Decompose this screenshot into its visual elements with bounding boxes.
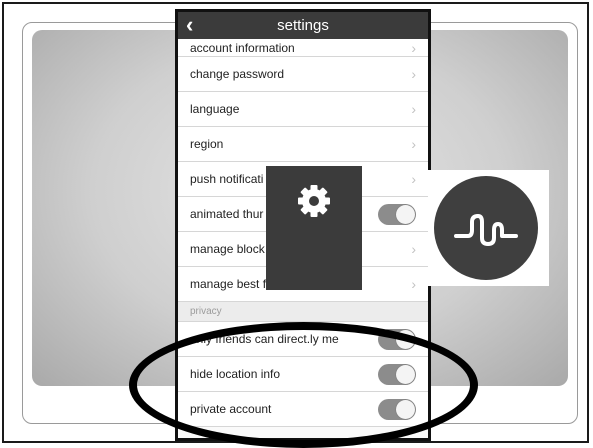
gear-overlay [266,166,362,290]
chevron-right-icon: › [411,171,416,187]
chevron-right-icon: › [411,66,416,82]
app-logo-tile [428,170,549,286]
chevron-right-icon: › [411,276,416,292]
chevron-right-icon: › [411,101,416,117]
row-label: private account [190,402,272,416]
row-label: push notificati [190,172,264,186]
row-label: hide location info [190,367,281,381]
row-label: region [190,137,224,151]
toggle-knob [396,205,415,224]
waveform-icon [454,214,518,246]
toggle-knob [396,400,415,419]
row-label: language [190,102,240,116]
section-label: privacy [190,306,222,317]
musically-logo-icon [434,176,538,280]
chevron-right-icon: › [411,241,416,257]
settings-row-hide-location: hide location info [178,357,428,392]
row-label: change password [190,67,285,81]
toggle-knob [396,365,415,384]
chevron-right-icon: › [411,40,416,56]
gear-icon [298,185,330,217]
chevron-right-icon: › [411,136,416,152]
settings-row-account-information[interactable]: account information › [178,39,428,57]
toggle-knob [396,330,415,349]
settings-row-region[interactable]: region › [178,127,428,162]
only-friends-toggle[interactable] [378,329,416,350]
settings-row-private-account: private account [178,392,428,427]
row-label: manage block [190,242,265,256]
section-header-privacy: privacy [178,302,428,322]
row-label: only friends can direct.ly me [190,332,339,346]
settings-row-change-password[interactable]: change password › [178,57,428,92]
settings-row-language[interactable]: language › [178,92,428,127]
animated-thumbnails-toggle[interactable] [378,204,416,225]
row-label: account information [190,41,295,55]
nav-bar: ‹ settings [178,12,428,39]
private-account-toggle[interactable] [378,399,416,420]
hide-location-toggle[interactable] [378,364,416,385]
settings-row-only-friends-direct: only friends can direct.ly me [178,322,428,357]
row-label: animated thur [190,207,264,221]
page-title: settings [277,17,329,34]
